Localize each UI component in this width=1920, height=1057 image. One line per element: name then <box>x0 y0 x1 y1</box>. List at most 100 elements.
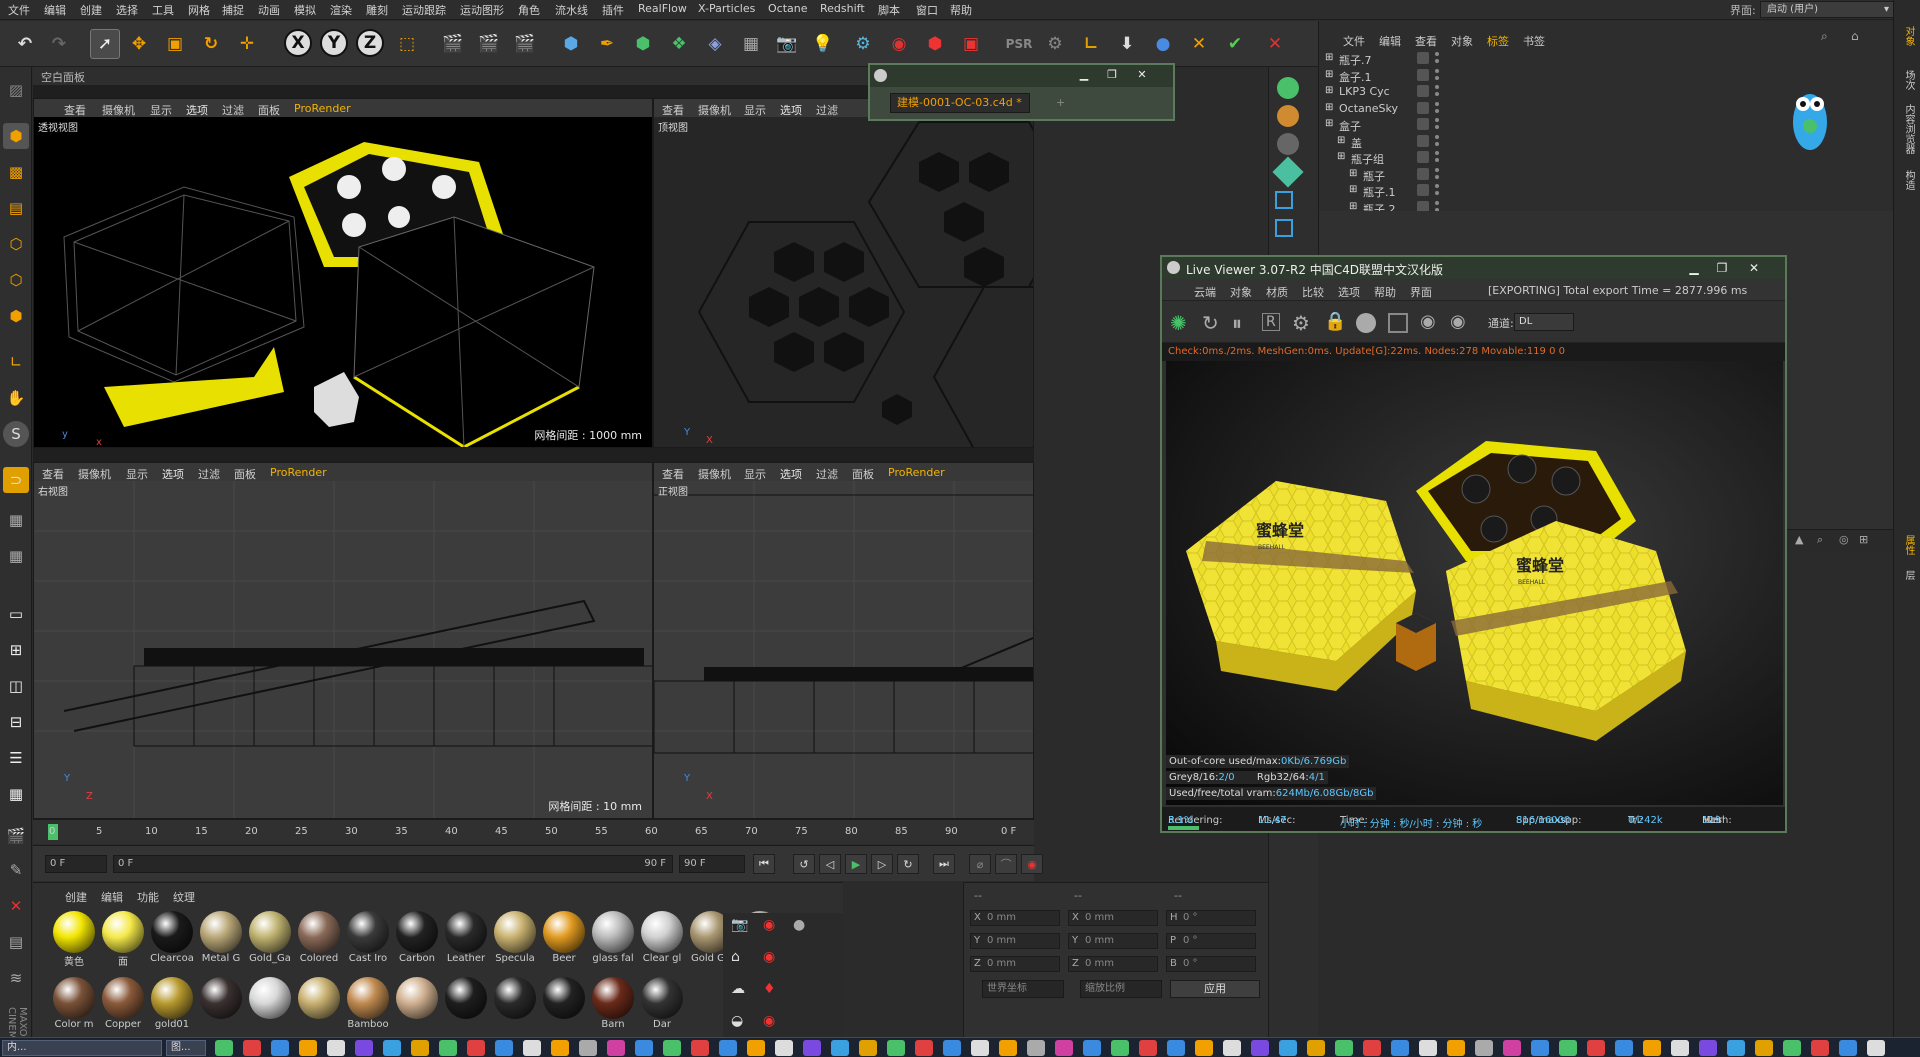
emission-mat-icon[interactable]: ◉ <box>763 1013 775 1029</box>
pen-icon[interactable]: ✒ <box>592 29 622 59</box>
menu-tools[interactable]: 工具 <box>152 2 174 18</box>
lv-menu-objects[interactable]: 对象 <box>1230 284 1252 300</box>
taskbar-app-icon[interactable] <box>607 1040 625 1056</box>
material-swatch[interactable] <box>198 977 244 1035</box>
vp-menu-camera[interactable]: 摄像机 <box>102 102 135 118</box>
taskbar-app-icon[interactable] <box>943 1040 961 1056</box>
vp-menu-view[interactable]: 查看 <box>64 102 86 118</box>
x-axis-icon[interactable]: X <box>284 29 312 57</box>
coord-rot-h[interactable]: H0 ° <box>1166 910 1256 926</box>
task-window[interactable]: 图... <box>166 1040 206 1056</box>
axis-mode-icon[interactable]: ∟ <box>3 349 29 375</box>
material-swatch[interactable]: Cast Iro <box>345 911 391 969</box>
taskbar-app-icon[interactable] <box>663 1040 681 1056</box>
check-icon[interactable]: ✔ <box>1220 29 1250 59</box>
subdivision-icon[interactable]: ⬢ <box>628 29 658 59</box>
taskbar-app-icon[interactable] <box>1643 1040 1661 1056</box>
menu-animate[interactable]: 动画 <box>258 2 280 18</box>
taskbar-app-icon[interactable] <box>327 1040 345 1056</box>
perspective-viewport[interactable]: 查看 摄像机 显示 选项 过滤 面板 ProRender y x 网格间距: … <box>33 98 653 448</box>
taskbar-app-icon[interactable] <box>803 1040 821 1056</box>
keyframe-selection-icon[interactable]: ⌒ <box>995 854 1017 874</box>
lv-menu-compare[interactable]: 比较 <box>1302 284 1324 300</box>
move-icon[interactable]: ✥ <box>124 29 154 59</box>
taskbar-app-icon[interactable] <box>971 1040 989 1056</box>
layer-swatch[interactable] <box>1417 68 1429 81</box>
mat-menu-function[interactable]: 功能 <box>137 889 159 905</box>
coord-pos-x[interactable]: X0 mm <box>970 910 1060 926</box>
coord-rot-p[interactable]: P0 ° <box>1166 933 1256 949</box>
material-swatch[interactable]: gold01 <box>149 977 195 1035</box>
menu-script[interactable]: 脚本 <box>878 2 900 18</box>
coord-pos-y[interactable]: Y0 mm <box>970 933 1060 949</box>
taskbar-app-icon[interactable] <box>551 1040 569 1056</box>
octane-tag-icon[interactable]: ▣ <box>956 29 986 59</box>
taskbar-app-icon[interactable] <box>1671 1040 1689 1056</box>
taskbar-app-icon[interactable] <box>1251 1040 1269 1056</box>
camera-mat-icon[interactable]: 📷 <box>731 917 748 933</box>
vp-menu-options[interactable]: 选项 <box>780 102 802 118</box>
taskbar-app-icon[interactable] <box>1139 1040 1157 1056</box>
octane-settings-icon[interactable]: ⚙ <box>848 29 878 59</box>
layout-single-icon[interactable]: ▭ <box>3 601 29 627</box>
om-menu-file[interactable]: 文件 <box>1343 33 1365 49</box>
menu-render[interactable]: 渲染 <box>330 2 352 18</box>
pick-material-icon[interactable]: ◉ <box>1450 311 1466 332</box>
taskbar-app-icon[interactable] <box>467 1040 485 1056</box>
layout-triple-icon[interactable]: ☰ <box>3 745 29 771</box>
visibility-dots[interactable] <box>1435 117 1439 131</box>
material-swatch[interactable]: Specula <box>492 911 538 969</box>
vp-menu-options[interactable]: 选项 <box>162 466 184 482</box>
vp-menu-prorender[interactable]: ProRender <box>888 466 945 479</box>
menu-sculpt[interactable]: 雕刻 <box>366 2 388 18</box>
octane-green-icon[interactable] <box>1277 77 1299 99</box>
right-canvas[interactable]: Y Z 网格间距 : 10 mm <box>34 481 652 818</box>
maximize-icon[interactable]: ❐ <box>1100 68 1124 82</box>
material-swatch[interactable]: 面 <box>100 911 146 969</box>
octane-orange-icon[interactable] <box>1277 105 1299 127</box>
taskbar-app-icon[interactable] <box>1391 1040 1409 1056</box>
cloud-mat-icon[interactable]: ☁ <box>731 981 745 997</box>
visibility-dots[interactable] <box>1435 183 1439 197</box>
octane-frame-icon[interactable] <box>1275 191 1293 209</box>
layout-four-icon[interactable]: ▦ <box>3 781 29 807</box>
visibility-dots[interactable] <box>1435 134 1439 148</box>
make-editable-icon[interactable]: ▨ <box>3 77 29 103</box>
taskbar-app-icon[interactable] <box>691 1040 709 1056</box>
next-key-icon[interactable]: ↻ <box>897 854 919 874</box>
frame-range-slider[interactable]: 0 F 90 F <box>113 855 673 873</box>
taskbar-app-icon[interactable] <box>1475 1040 1493 1056</box>
material-swatch[interactable]: Barn <box>590 977 636 1035</box>
octane-mat-icon[interactable]: ◉ <box>763 917 775 933</box>
menu-help[interactable]: 帮助 <box>950 2 972 18</box>
layer-swatch[interactable] <box>1417 85 1429 97</box>
cancel-icon[interactable]: ✕ <box>1260 29 1290 59</box>
vp-menu-filter[interactable]: 过滤 <box>816 102 838 118</box>
layout-quad-icon[interactable]: ⊞ <box>3 637 29 663</box>
region-render-icon[interactable]: R <box>1262 313 1280 331</box>
taskbar-app-icon[interactable] <box>1279 1040 1297 1056</box>
material-swatch[interactable]: Color m <box>51 977 97 1035</box>
material-swatch[interactable]: Gold_Ga <box>247 911 293 969</box>
vp-menu-camera[interactable]: 摄像机 <box>698 102 731 118</box>
dome-mat-icon[interactable]: ◒ <box>731 1013 743 1029</box>
next-frame-icon[interactable]: ▷ <box>871 854 893 874</box>
front-canvas[interactable]: Y X <box>654 481 1033 818</box>
prev-key-icon[interactable]: ↺ <box>793 854 815 874</box>
align-icon[interactable]: ✕ <box>1184 29 1214 59</box>
magnet-icon[interactable]: ⊃ <box>3 467 29 493</box>
taskbar-app-icon[interactable] <box>523 1040 541 1056</box>
layer-swatch[interactable] <box>1417 52 1429 64</box>
vp-menu-camera[interactable]: 摄像机 <box>78 466 111 482</box>
script-icon[interactable]: ✎ <box>3 857 29 883</box>
layer-swatch[interactable] <box>1417 184 1429 196</box>
hair-icon[interactable]: ≋ <box>3 965 29 991</box>
material-swatch[interactable]: Dar <box>639 977 685 1035</box>
deformer-icon[interactable]: ◈ <box>700 29 730 59</box>
menu-select[interactable]: 选择 <box>116 2 138 18</box>
cube-icon[interactable]: ⬢ <box>556 29 586 59</box>
menu-plugins[interactable]: 插件 <box>602 2 624 18</box>
timeline-ruler[interactable]: 0 5 10 15 20 25 30 35 40 45 50 55 60 65 … <box>33 819 1034 844</box>
go-start-icon[interactable]: ⏮ <box>753 854 775 874</box>
frame-icon[interactable] <box>1388 313 1408 333</box>
